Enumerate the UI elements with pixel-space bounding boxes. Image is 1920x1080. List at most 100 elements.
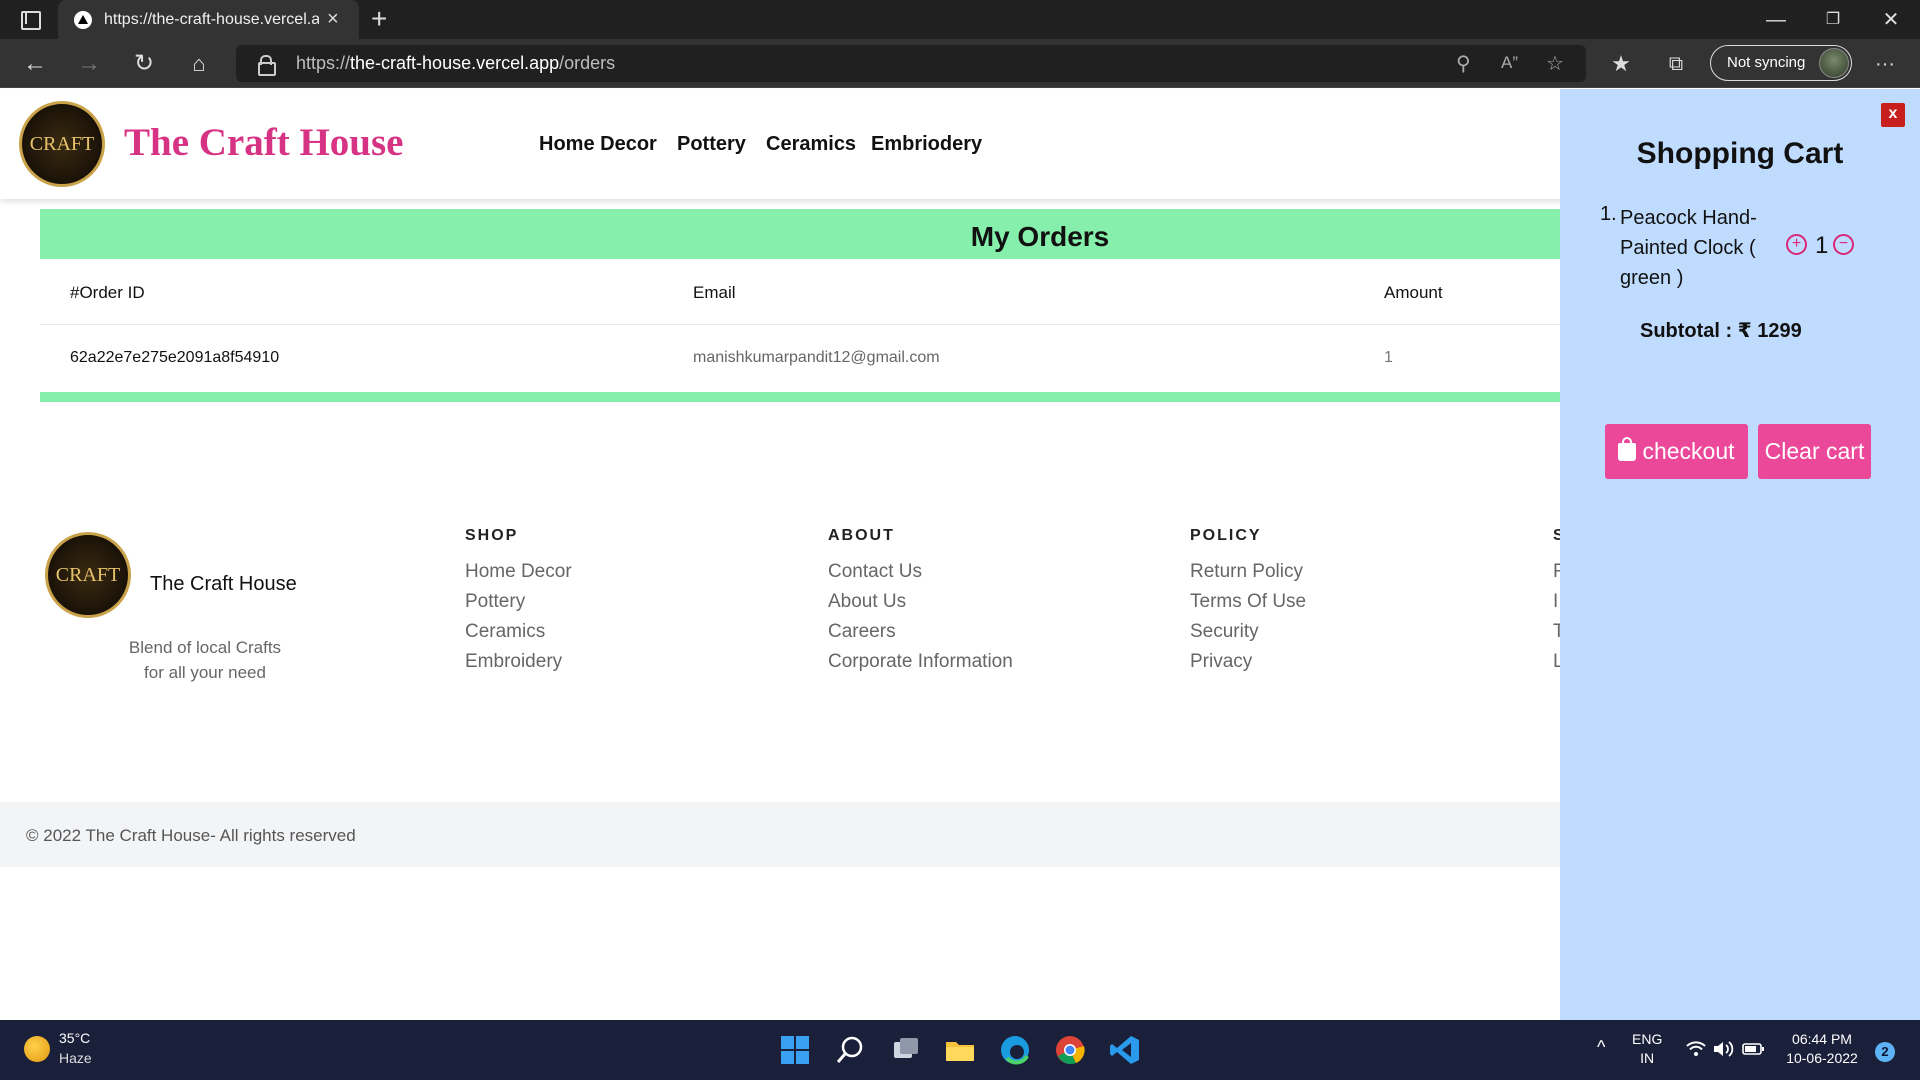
- lock-icon[interactable]: [258, 55, 276, 76]
- footer-link-about-us[interactable]: About Us: [828, 587, 1013, 617]
- taskbar: 35°C Haze ^ ENG IN 06:44 PM 10-06-2022 2: [0, 1020, 1920, 1080]
- sync-label: Not syncing: [1727, 54, 1806, 71]
- checkout-button[interactable]: checkout: [1605, 424, 1748, 479]
- nav-ceramics[interactable]: Ceramics: [766, 133, 856, 156]
- avatar: [1819, 48, 1849, 78]
- brand-title[interactable]: The Craft House: [124, 120, 403, 165]
- browser-toolbar: ← → ↻ ⌂ https://the-craft-house.vercel.a…: [0, 39, 1920, 88]
- home-icon[interactable]: ⌂: [184, 49, 214, 79]
- footer-link-careers[interactable]: Careers: [828, 617, 1013, 647]
- plus-circle-icon[interactable]: +: [1786, 234, 1807, 255]
- forward-icon[interactable]: →: [74, 49, 104, 79]
- footer-tagline-line-2: for all your need: [144, 663, 266, 682]
- clock-time: 06:44 PM: [1792, 1031, 1852, 1047]
- file-explorer-icon[interactable]: [944, 1034, 976, 1066]
- cart-item-index: 1.: [1600, 203, 1617, 225]
- shopping-bag-icon: [1618, 437, 1637, 461]
- footer-tagline-line-1: Blend of local Crafts: [128, 638, 282, 657]
- column-amount: Amount: [1384, 283, 1443, 302]
- tab-title: https://the-craft-house.vercel.app/order…: [104, 11, 319, 28]
- restore-button[interactable]: ❐: [1818, 6, 1848, 34]
- shopping-cart-panel: x Shopping Cart 1. Peacock Hand- Painted…: [1560, 89, 1920, 1020]
- language-indicator[interactable]: ENG IN: [1632, 1030, 1662, 1068]
- footer-column-shop: SHOP Home Decor Pottery Ceramics Embroid…: [465, 527, 572, 677]
- footer-link-security[interactable]: Security: [1190, 617, 1306, 647]
- site-favicon-icon: [74, 11, 92, 29]
- footer-heading-policy: POLICY: [1190, 527, 1262, 544]
- region-code: IN: [1640, 1050, 1655, 1066]
- footer-tagline: Blend of local Crafts for all your need: [105, 635, 305, 685]
- column-email: Email: [693, 283, 736, 302]
- column-order-id: #Order ID: [70, 283, 145, 302]
- copyright-text: © 2022 The Craft House- All rights reser…: [26, 826, 356, 845]
- footer-link-privacy[interactable]: Privacy: [1190, 647, 1306, 677]
- footer-link-contact-us[interactable]: Contact Us: [828, 557, 1013, 587]
- edge-icon[interactable]: [999, 1034, 1031, 1066]
- footer-brand-name: The Craft House: [150, 573, 297, 595]
- key-icon[interactable]: ⚲: [1456, 51, 1471, 76]
- footer-logo-text: CRAFT: [55, 564, 121, 586]
- site-logo[interactable]: CRAFT: [19, 101, 105, 187]
- profile-sync-button[interactable]: Not syncing: [1710, 45, 1852, 81]
- amount-cell: 1: [1384, 349, 1393, 366]
- nav-pottery[interactable]: Pottery: [677, 133, 746, 156]
- refresh-icon[interactable]: ↻: [129, 49, 159, 79]
- chevron-up-icon[interactable]: ^: [1597, 1038, 1605, 1057]
- cart-item-name-line-3: green ): [1620, 267, 1684, 289]
- vscode-icon[interactable]: [1109, 1034, 1141, 1066]
- cart-item-quantity: 1: [1815, 232, 1829, 259]
- clear-cart-button[interactable]: Clear cart: [1758, 424, 1871, 479]
- tab-close-button[interactable]: ×: [327, 8, 339, 30]
- email-cell: manishkumarpandit12@gmail.com: [693, 349, 940, 366]
- footer-link-corporate-information[interactable]: Corporate Information: [828, 647, 1013, 677]
- footer-column-about: ABOUT Contact Us About Us Careers Corpor…: [828, 527, 1013, 677]
- cart-item-name-line-2: Painted Clock (: [1620, 237, 1756, 259]
- footer-logo[interactable]: CRAFT: [45, 532, 131, 618]
- browser-tab-bar: https://the-craft-house.vercel.app/order…: [0, 0, 1920, 39]
- footer-link-embroidery[interactable]: Embroidery: [465, 647, 572, 677]
- footer-link-home-decor[interactable]: Home Decor: [465, 557, 572, 587]
- order-id-cell: 62a22e7e275e2091a8f54910: [70, 349, 280, 366]
- address-bar[interactable]: https://the-craft-house.vercel.app/order…: [236, 45, 1586, 82]
- nav-embriodery[interactable]: Embriodery: [871, 133, 982, 156]
- footer-link-pottery[interactable]: Pottery: [465, 587, 572, 617]
- add-favorite-icon[interactable]: ☆: [1546, 51, 1564, 76]
- battery-icon[interactable]: [1742, 1038, 1766, 1060]
- url-path: /orders: [559, 53, 616, 73]
- more-menu-icon[interactable]: ···: [1870, 49, 1900, 79]
- copyright-bar: © 2022 The Craft House- All rights reser…: [0, 802, 1560, 867]
- weather-temperature[interactable]: 35°C: [59, 1030, 90, 1046]
- windows-start-icon[interactable]: [779, 1034, 811, 1066]
- footer-link-return-policy[interactable]: Return Policy: [1190, 557, 1306, 587]
- weather-icon[interactable]: [24, 1036, 50, 1062]
- orders-header: My Orders: [40, 209, 1560, 259]
- clock[interactable]: 06:44 PM 10-06-2022: [1782, 1030, 1862, 1068]
- footer-heading-about: ABOUT: [828, 527, 895, 544]
- task-view-icon[interactable]: [890, 1034, 922, 1066]
- browser-tab[interactable]: https://the-craft-house.vercel.app/order…: [58, 0, 359, 39]
- wifi-icon[interactable]: [1685, 1038, 1707, 1060]
- cart-title: Shopping Cart: [1636, 137, 1844, 170]
- url-prefix: https://: [296, 53, 351, 73]
- footer-column-policy: POLICY Return Policy Terms Of Use Securi…: [1190, 527, 1306, 677]
- search-icon[interactable]: [834, 1034, 866, 1066]
- collections-icon[interactable]: ⧉: [1661, 49, 1691, 79]
- weather-condition[interactable]: Haze: [59, 1050, 92, 1066]
- favorites-icon[interactable]: ★: [1606, 49, 1636, 79]
- nav-home-decor[interactable]: Home Decor: [539, 133, 657, 156]
- footer-link-ceramics[interactable]: Ceramics: [465, 617, 572, 647]
- window-close-button[interactable]: ✕: [1876, 6, 1906, 34]
- back-icon[interactable]: ←: [20, 49, 50, 79]
- volume-icon[interactable]: [1712, 1038, 1734, 1060]
- minimize-button[interactable]: —: [1761, 6, 1791, 34]
- chrome-icon[interactable]: [1054, 1034, 1086, 1066]
- cart-close-button[interactable]: x: [1881, 103, 1905, 127]
- minus-circle-icon[interactable]: −: [1833, 234, 1854, 255]
- new-tab-button[interactable]: +: [371, 4, 387, 34]
- url-text[interactable]: https://the-craft-house.vercel.app/order…: [296, 53, 615, 74]
- read-aloud-icon[interactable]: A”: [1501, 53, 1518, 73]
- cart-item-name: Peacock Hand- Painted Clock ( green ): [1620, 203, 1770, 293]
- footer-link-terms-of-use[interactable]: Terms Of Use: [1190, 587, 1306, 617]
- tab-actions-icon[interactable]: [18, 10, 42, 30]
- notification-badge[interactable]: 2: [1875, 1042, 1895, 1062]
